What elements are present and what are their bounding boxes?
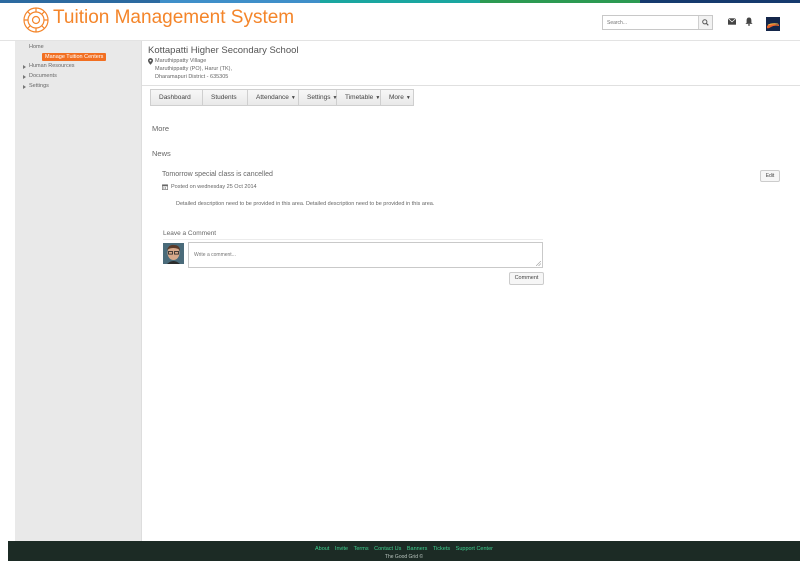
leave-comment-heading: Leave a Comment: [163, 230, 217, 237]
footer-link-contact-us[interactable]: Contact Us: [374, 546, 401, 552]
search-box: [602, 15, 713, 30]
footer: About Invite Terms Contact Us Banners Ti…: [8, 541, 800, 561]
footer-link-tickets[interactable]: Tickets: [433, 546, 450, 552]
envelope-icon[interactable]: [728, 18, 736, 25]
expand-caret-icon[interactable]: [23, 85, 26, 89]
footer-link-terms[interactable]: Terms: [354, 546, 369, 552]
header-divider: [142, 85, 800, 86]
edit-news-button[interactable]: Edit: [760, 170, 780, 182]
expand-caret-icon[interactable]: [23, 65, 26, 69]
sidebar-item-settings[interactable]: Settings: [29, 83, 49, 89]
search-input[interactable]: [603, 16, 699, 29]
section-news-title: News: [152, 149, 171, 158]
footer-copyright: The Good Grid ©: [384, 554, 424, 560]
school-name: Kottapatti Higher Secondary School: [148, 45, 299, 56]
nav-attendance-button[interactable]: Attendance ▼: [248, 90, 299, 105]
avatar-image-icon: [766, 17, 780, 31]
search-button[interactable]: [698, 16, 712, 29]
nav-timetable-button[interactable]: Timetable ▼: [337, 90, 381, 105]
nav-students-label: Students: [211, 94, 237, 101]
nav-settings-button[interactable]: Settings ▼: [299, 90, 337, 105]
nav-attendance-label: Attendance: [256, 94, 289, 101]
news-posted-date: Posted on wednesday 25 Oct 2014: [171, 184, 257, 190]
app-header: Tuition Management System: [0, 3, 800, 41]
news-item-title: Tomorrow special class is cancelled: [162, 171, 273, 178]
calendar-icon: [162, 184, 168, 190]
footer-link-about[interactable]: About: [315, 546, 329, 552]
comment-input[interactable]: [189, 243, 542, 267]
nav-dashboard-button[interactable]: Dashboard: [151, 90, 203, 105]
nav-more-label: More: [389, 94, 404, 101]
app-title: Tuition Management System: [53, 7, 295, 28]
user-avatar[interactable]: [766, 17, 780, 31]
sidebar-item-human-resources[interactable]: Human Resources: [29, 63, 75, 69]
gear-sun-logo-icon: [23, 7, 49, 33]
nav-more-button[interactable]: More ▼: [381, 90, 413, 105]
sidebar-item-manage-tuition-centers[interactable]: Manage Tuition Centers: [42, 53, 107, 61]
dropdown-caret-icon: ▼: [375, 95, 381, 101]
commenter-avatar: [163, 243, 184, 264]
person-photo-icon: [163, 243, 184, 264]
dropdown-caret-icon: ▼: [290, 95, 296, 101]
sidebar-item-documents[interactable]: Documents: [29, 73, 57, 79]
footer-link-support-center[interactable]: Support Center: [456, 546, 493, 552]
school-nav-bar: Dashboard Students Attendance ▼ Settings ▼…: [150, 89, 414, 106]
resize-grip-icon[interactable]: [536, 261, 541, 266]
bell-icon[interactable]: [745, 17, 753, 26]
nav-dashboard-label: Dashboard: [159, 94, 191, 101]
address-line-1: Maruthippatty Village: [155, 58, 207, 64]
section-more-title: More: [152, 124, 170, 133]
sidebar: Home Manage Tuition Centers Human Resour…: [15, 41, 142, 541]
comment-box: [188, 242, 543, 268]
footer-link-banners[interactable]: Banners: [407, 546, 428, 552]
expand-caret-icon[interactable]: [23, 75, 26, 79]
address-line-3: Dharamapuri District - 635305: [155, 74, 229, 80]
nav-students-button[interactable]: Students: [203, 90, 248, 105]
footer-link-invite[interactable]: Invite: [335, 546, 348, 552]
address-line-2: Maruthippatty (PO), Harur (TK),: [155, 66, 233, 72]
nav-timetable-label: Timetable: [345, 94, 374, 101]
comment-divider: [163, 239, 543, 240]
footer-links: About Invite Terms Contact Us Banners Ti…: [8, 546, 800, 552]
news-description: Detailed description need to be provided…: [176, 201, 435, 207]
main-content: Kottapatti Higher Secondary School Marut…: [142, 41, 800, 541]
dropdown-caret-icon: ▼: [405, 95, 411, 101]
search-icon: [702, 19, 709, 26]
comment-submit-button[interactable]: Comment: [509, 272, 544, 285]
sidebar-item-home[interactable]: Home: [29, 44, 44, 50]
map-pin-icon: [148, 58, 153, 65]
nav-settings-label: Settings: [307, 94, 331, 101]
